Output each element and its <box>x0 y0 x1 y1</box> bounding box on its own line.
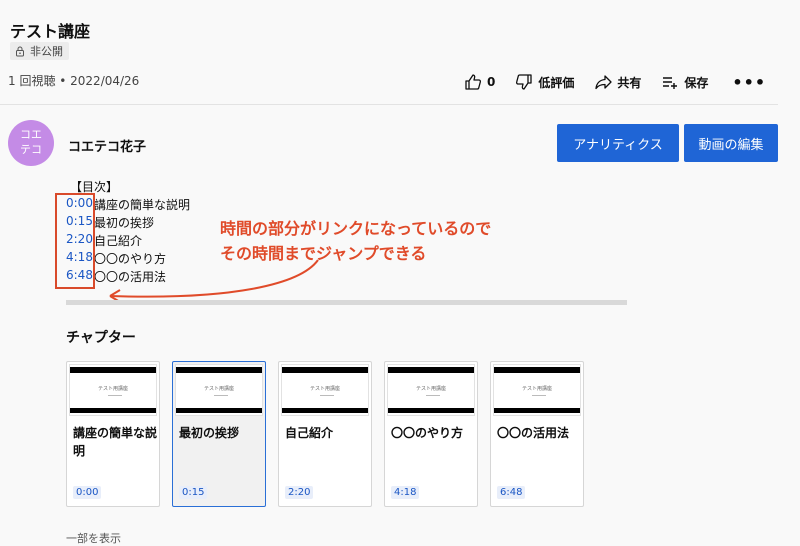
chapter-card[interactable]: テスト用講座 〇〇のやり方 4:18 <box>384 361 478 507</box>
chapter-timestamp: 0:00 <box>73 486 102 499</box>
thumbnail-text: テスト用講座 <box>309 386 340 392</box>
annotation-line-2: その時間までジャンプできる <box>220 244 427 263</box>
chapter-thumbnail: テスト用講座 <box>175 364 263 416</box>
chapter-card[interactable]: テスト用講座 講座の簡単な説明 0:00 <box>66 361 160 507</box>
chapter-card[interactable]: テスト用講座 自己紹介 2:20 <box>278 361 372 507</box>
annotation-text: 時間の部分がリンクになっているので その時間までジャンプできる <box>220 216 491 266</box>
chapter-timestamp: 6:48 <box>497 486 526 499</box>
chapter-card[interactable]: テスト用講座 〇〇の活用法 6:48 <box>490 361 584 507</box>
chapter-thumbnail: テスト用講座 <box>387 364 475 416</box>
thumbnail-text: テスト用講座 <box>521 386 552 392</box>
show-less-link[interactable]: 一部を表示 <box>66 530 121 546</box>
description-divider <box>66 300 627 305</box>
thumbnail-text: テスト用講座 <box>203 386 234 392</box>
chapter-label: 〇〇の活用法 <box>497 426 570 440</box>
chapters-heading: チャプター <box>66 330 136 346</box>
thumbnail-text: テスト用講座 <box>97 386 128 392</box>
chapter-timestamp: 0:15 <box>179 486 208 499</box>
chapter-thumbnail: テスト用講座 <box>493 364 581 416</box>
annotation-line-1: 時間の部分がリンクになっているので <box>220 219 492 238</box>
chapter-label: 最初の挨拶 <box>179 426 240 440</box>
chapter-timestamp: 2:20 <box>285 486 314 499</box>
chapter-thumbnail: テスト用講座 <box>281 364 369 416</box>
chapter-label: 自己紹介 <box>285 426 334 440</box>
chapter-timestamp: 4:18 <box>391 486 420 499</box>
thumbnail-text: テスト用講座 <box>415 386 446 392</box>
chapter-thumbnail: テスト用講座 <box>69 364 157 416</box>
chapter-label: 〇〇のやり方 <box>391 426 464 440</box>
chapter-card[interactable]: テスト用講座 最初の挨拶 0:15 <box>172 361 266 507</box>
chapter-label: 講座の簡単な説明 <box>73 426 158 458</box>
